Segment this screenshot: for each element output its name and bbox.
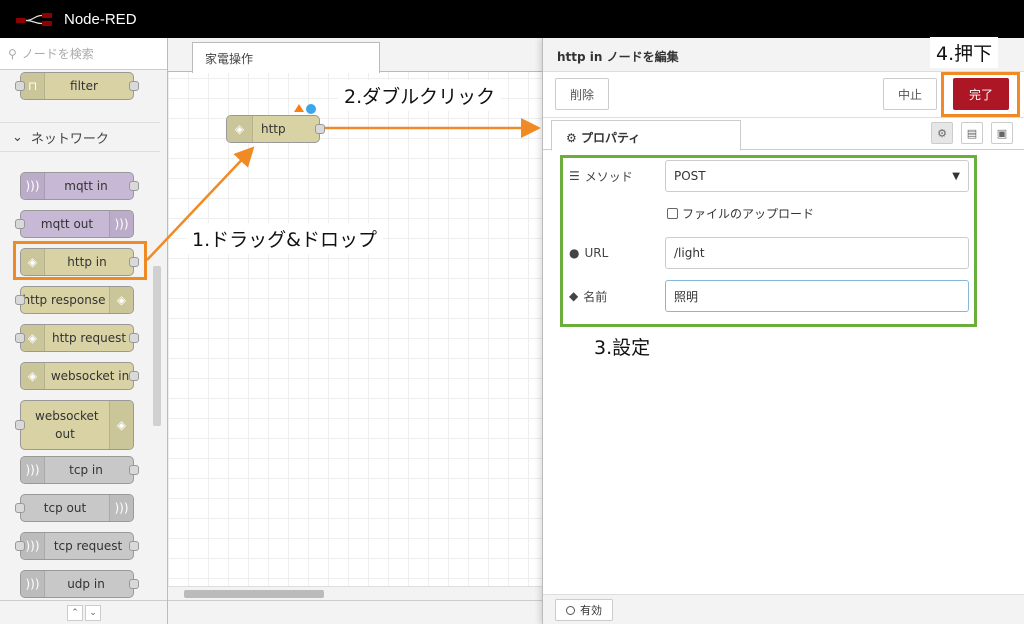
- palette-node-label: http request: [51, 331, 127, 345]
- search-icon: ⚲: [8, 46, 17, 61]
- workspace-canvas[interactable]: 家電操作 ◈ http: [168, 38, 542, 624]
- palette-scrollbar[interactable]: [153, 266, 161, 426]
- delete-button[interactable]: 削除: [555, 78, 609, 110]
- tray-tab-bar: ⚙ プロパティ ⚙ ▤ ▣: [543, 118, 1024, 151]
- expand-all-icon[interactable]: ⌄: [85, 604, 101, 621]
- globe-icon: ◈: [21, 363, 45, 389]
- annotation-step4: 4.押下: [930, 37, 999, 68]
- settings-tab-icon[interactable]: ⚙: [931, 122, 953, 144]
- input-port[interactable]: [15, 81, 25, 91]
- annotation-highlight-settings: [560, 155, 977, 327]
- annotation-highlight-http-in: [13, 241, 147, 280]
- app-title: Node-RED: [64, 10, 137, 28]
- workspace-horizontal-scrollbar[interactable]: [168, 586, 542, 600]
- palette-node-mqtt-out[interactable]: mqtt out ))): [15, 210, 134, 238]
- palette-node-mqtt-in[interactable]: ))) mqtt in: [20, 172, 139, 200]
- palette-node-websocket-out[interactable]: websocket out ◈: [15, 400, 134, 450]
- input-port[interactable]: [15, 420, 25, 430]
- globe-icon: ◈: [227, 116, 253, 142]
- description-tab-icon[interactable]: ▤: [961, 122, 983, 144]
- scroll-thumb[interactable]: [184, 590, 324, 598]
- annotation-highlight-done: [941, 72, 1020, 117]
- palette-node-label: filter: [70, 79, 98, 93]
- palette-node-label: tcp request: [53, 539, 123, 553]
- output-port[interactable]: [129, 181, 139, 191]
- workspace-tab-bar: 家電操作: [168, 38, 542, 73]
- output-port[interactable]: [129, 541, 139, 551]
- palette-search[interactable]: ⚲ ノードを検索: [0, 38, 167, 70]
- palette-node-tcp-in[interactable]: ))) tcp in: [20, 456, 139, 484]
- palette-node-label: websocket out: [35, 409, 99, 441]
- workspace-footer: [168, 600, 542, 624]
- category-network[interactable]: ⌄ ネットワーク: [0, 122, 160, 152]
- palette-node-label: tcp in: [69, 463, 103, 477]
- cancel-button[interactable]: 中止: [883, 78, 937, 110]
- circle-icon: [566, 605, 575, 615]
- input-port[interactable]: [15, 219, 25, 229]
- input-port[interactable]: [15, 295, 25, 305]
- wifi-icon: ))): [109, 495, 133, 521]
- chevron-down-icon: ⌄: [12, 129, 23, 145]
- output-port[interactable]: [129, 465, 139, 475]
- palette-node-udp-in[interactable]: ))) udp in: [20, 570, 139, 598]
- node-red-logo-icon: [16, 13, 52, 26]
- palette-node-websocket-in[interactable]: ◈ websocket in: [20, 362, 139, 390]
- undeployed-indicator-icon: [306, 104, 316, 114]
- annotation-step1: 1.ドラッグ&ドロップ: [186, 223, 383, 254]
- tab-flow[interactable]: 家電操作: [192, 42, 380, 73]
- wifi-icon: ))): [21, 571, 45, 597]
- input-port[interactable]: [15, 541, 25, 551]
- palette-footer: ⌃ ⌄: [0, 600, 167, 624]
- tray-footer: 有効: [543, 594, 1024, 624]
- gear-icon: ⚙: [566, 131, 577, 145]
- collapse-all-icon[interactable]: ⌃: [67, 604, 83, 621]
- palette-node-label: mqtt in: [64, 179, 108, 193]
- app-header: Node-RED: [0, 0, 1024, 38]
- palette-node-label: mqtt out: [40, 217, 94, 231]
- wifi-icon: ))): [21, 457, 45, 483]
- output-port[interactable]: [129, 81, 139, 91]
- flow-node-http-in[interactable]: ◈ http: [226, 115, 325, 143]
- palette-node-tcp-out[interactable]: tcp out ))): [15, 494, 134, 522]
- wifi-icon: ))): [109, 211, 133, 237]
- category-label: ネットワーク: [30, 131, 109, 147]
- output-port[interactable]: [129, 579, 139, 589]
- output-port[interactable]: [315, 124, 325, 134]
- flow-node-label: http: [261, 122, 286, 136]
- tab-properties[interactable]: ⚙ プロパティ: [551, 120, 741, 151]
- input-port[interactable]: [15, 503, 25, 513]
- tab-label: プロパティ: [580, 131, 641, 145]
- appearance-tab-icon[interactable]: ▣: [991, 122, 1013, 144]
- palette-node-http-request[interactable]: ◈ http request: [15, 324, 139, 352]
- logo: Node-RED: [16, 11, 137, 28]
- annotation-step3: 3.設定: [588, 331, 657, 362]
- palette-node-filter[interactable]: ⊓ filter: [15, 72, 139, 100]
- annotation-step2: 2.ダブルクリック: [338, 80, 502, 111]
- palette-node-label: websocket in: [50, 369, 130, 383]
- palette-node-label: tcp out: [43, 501, 87, 515]
- palette-node-tcp-request[interactable]: ))) tcp request: [15, 532, 139, 560]
- input-port[interactable]: [15, 333, 25, 343]
- enabled-toggle[interactable]: 有効: [555, 599, 613, 621]
- output-port[interactable]: [129, 371, 139, 381]
- globe-icon: ◈: [109, 401, 133, 449]
- enabled-label: 有効: [580, 604, 602, 617]
- wifi-icon: ))): [21, 173, 45, 199]
- changed-indicator-icon: [294, 104, 304, 112]
- node-palette: ⚲ ノードを検索 ⊓ filter ⌄ ネットワーク ))) mqtt in m…: [0, 38, 168, 624]
- palette-node-http-response[interactable]: http response ◈: [15, 286, 134, 314]
- output-port[interactable]: [129, 333, 139, 343]
- globe-icon: ◈: [109, 287, 133, 313]
- palette-node-label: http response: [22, 293, 106, 307]
- palette-node-label: udp in: [67, 577, 105, 591]
- search-input[interactable]: ノードを検索: [22, 45, 94, 62]
